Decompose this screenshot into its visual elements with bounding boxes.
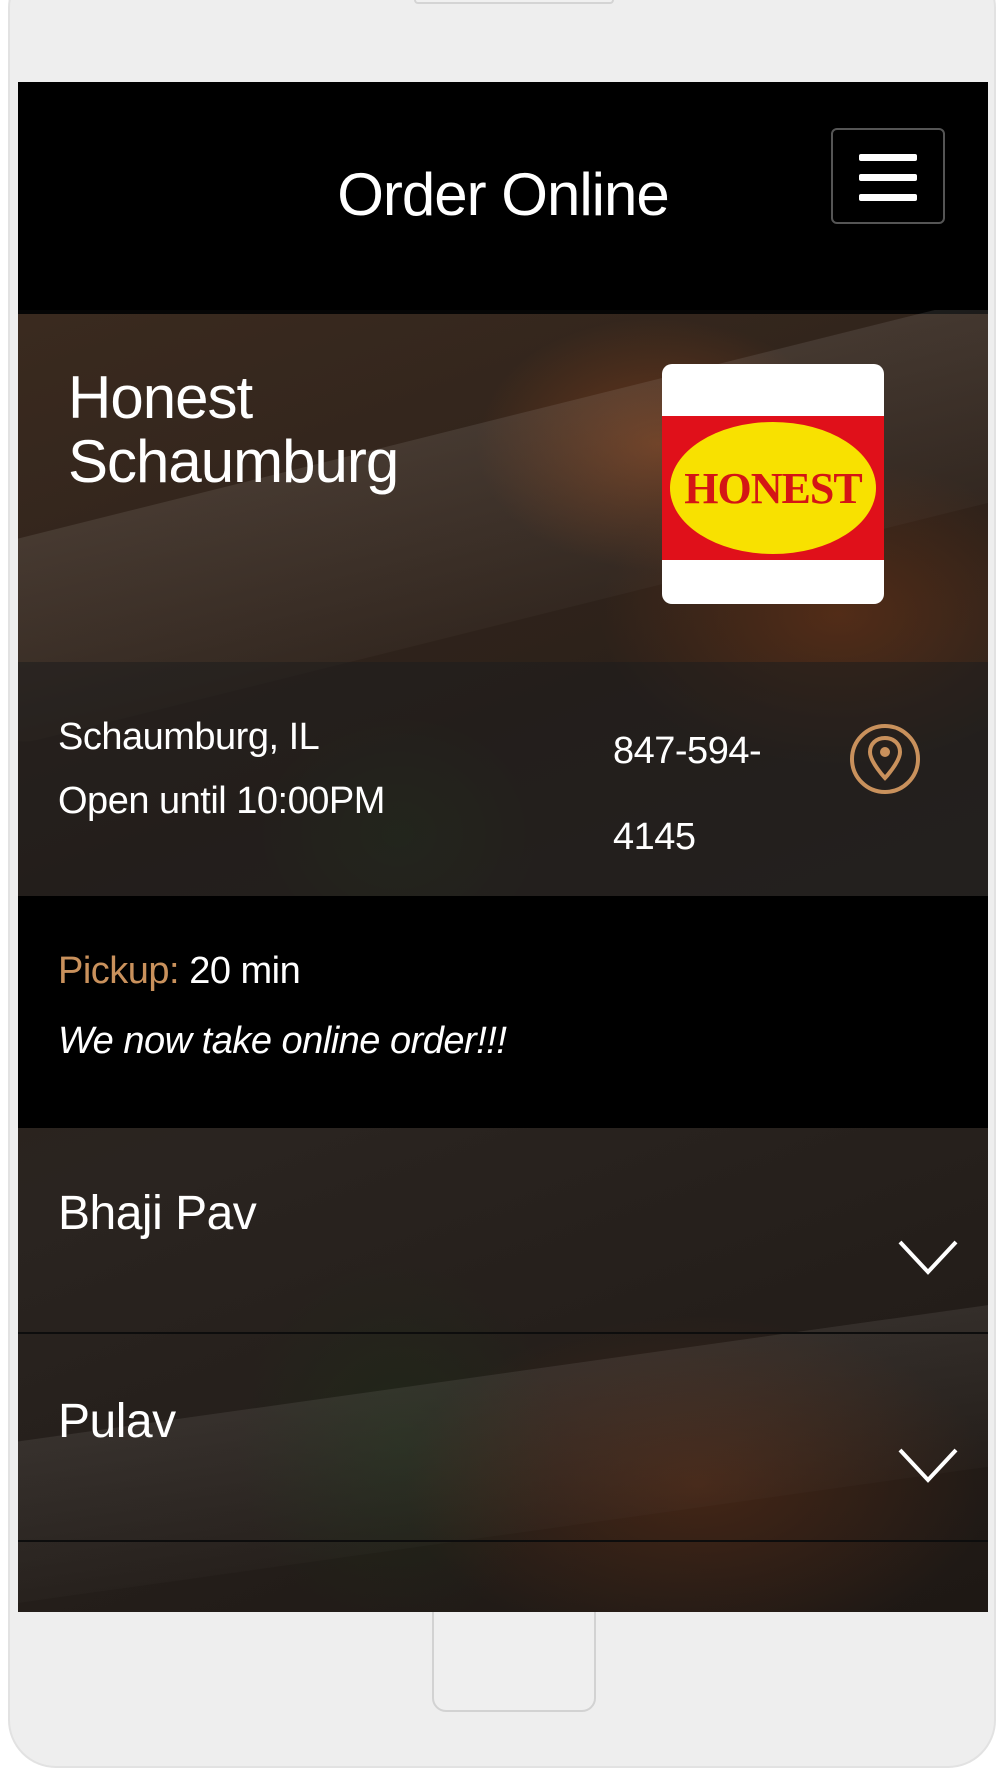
restaurant-hero: Honest Schaumburg HONEST — [18, 310, 988, 662]
map-pin-icon[interactable] — [848, 720, 922, 798]
app-screen: Order Online Honest Schaumburg HONEST Sc… — [18, 82, 988, 1612]
category-name: Pulav — [58, 1395, 176, 1448]
pickup-info-band: Pickup: 20 min We now take online order!… — [18, 896, 988, 1128]
menu-category-pulav[interactable]: Pulav — [18, 1336, 988, 1542]
menu-category-bhaji-pav[interactable]: Bhaji Pav — [18, 1128, 988, 1334]
restaurant-logo: HONEST — [662, 364, 884, 604]
phone-number-link[interactable]: 847-594- 4145 — [613, 708, 783, 880]
phone-speaker — [414, 0, 614, 4]
hamburger-menu-icon-bar — [859, 194, 917, 201]
category-name: Bhaji Pav — [58, 1187, 257, 1240]
restaurant-name-line2: Schaumburg — [68, 428, 399, 495]
chevron-down-icon[interactable] — [898, 1446, 958, 1486]
restaurant-name: Honest Schaumburg — [68, 366, 548, 494]
phone-number-line2: 4145 — [613, 816, 696, 858]
phone-home-button[interactable] — [432, 1598, 596, 1712]
hamburger-menu-icon — [859, 154, 917, 161]
chevron-down-icon[interactable] — [898, 1238, 958, 1278]
logo-yellow-ellipse: HONEST — [670, 422, 876, 554]
hamburger-menu-button[interactable] — [831, 128, 945, 224]
pickup-value: 20 min — [189, 950, 301, 992]
logo-text: HONEST — [684, 463, 862, 513]
app-header: Order Online — [18, 82, 988, 310]
restaurant-hours: Open until 10:00PM — [58, 780, 385, 822]
announcement-text: We now take online order!!! — [58, 1020, 507, 1062]
pickup-time: Pickup: 20 min — [58, 950, 301, 993]
restaurant-info-band: Schaumburg, IL Open until 10:00PM 847-59… — [18, 662, 988, 896]
pickup-label: Pickup: — [58, 950, 180, 992]
phone-number-line1: 847-594- — [613, 730, 762, 772]
restaurant-location: Schaumburg, IL — [58, 716, 320, 758]
hamburger-menu-icon-bar — [859, 174, 917, 181]
restaurant-name-line1: Honest — [68, 364, 253, 431]
